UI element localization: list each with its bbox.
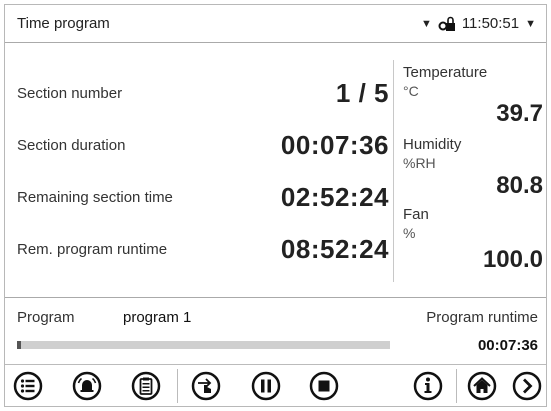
info-icon — [413, 371, 443, 401]
program-runtime-label: Program runtime — [426, 309, 538, 326]
home-icon — [467, 371, 497, 401]
remaining-section-time-label: Remaining section time — [17, 189, 173, 206]
toolbar-divider — [456, 369, 457, 403]
fan-readout: Fan % 100.0 — [403, 206, 543, 276]
horizontal-divider — [5, 297, 546, 298]
section-duration-label: Section duration — [17, 137, 126, 154]
section-number-row: Section number 1 / 5 — [17, 78, 389, 109]
menu-icon — [13, 371, 43, 401]
section-duration-value: 00:07:36 — [280, 130, 389, 160]
humidity-value: 80.8 — [496, 172, 543, 199]
next-button[interactable] — [510, 369, 544, 403]
main-panel: Section number 1 / 5 Section duration 00… — [5, 44, 546, 296]
manual-control-button[interactable] — [189, 369, 223, 403]
stop-icon — [309, 371, 339, 401]
temperature-readout: Temperature °C 39.7 — [403, 64, 543, 130]
section-number-label: Section number — [17, 85, 123, 102]
dropdown-arrow-icon[interactable]: ▼ — [421, 18, 432, 30]
program-label: Program — [17, 309, 75, 326]
fan-label: Fan — [403, 206, 429, 223]
next-icon — [512, 371, 542, 401]
temperature-value: 39.7 — [496, 100, 543, 127]
status-area: ▼ 11:50:51 ▼ — [421, 15, 536, 32]
program-name: program 1 — [123, 309, 192, 326]
bottom-toolbar — [5, 364, 546, 406]
lock-key-icon — [438, 16, 455, 31]
toolbar-divider — [177, 369, 178, 403]
fan-value: 100.0 — [482, 246, 543, 273]
humidity-readout: Humidity %RH 80.8 — [403, 136, 543, 202]
controller-screen: Time program ▼ 11:50:51 ▼ Section number… — [4, 4, 547, 407]
fan-unit: % — [403, 225, 416, 241]
humidity-label: Humidity — [403, 136, 462, 153]
program-runtime-row: Rem. program runtime 08:52:24 — [17, 234, 389, 265]
temperature-label: Temperature — [403, 64, 488, 81]
page-title: Time program — [17, 15, 110, 32]
alarm-icon — [72, 371, 102, 401]
section-duration-row: Section duration 00:07:36 — [17, 130, 389, 161]
remaining-section-time-row: Remaining section time 02:52:24 — [17, 182, 389, 213]
section-number-value: 1 / 5 — [335, 78, 389, 108]
clipboard-icon — [131, 371, 161, 401]
program-runtime-value: 00:07:36 — [477, 337, 538, 354]
stop-button[interactable] — [307, 369, 341, 403]
rem-program-runtime-label: Rem. program runtime — [17, 241, 168, 258]
info-button[interactable] — [411, 369, 445, 403]
program-progress-fill — [17, 341, 21, 349]
program-progress-bar — [17, 341, 390, 349]
home-button[interactable] — [465, 369, 499, 403]
menu-button[interactable] — [11, 369, 45, 403]
clock-time: 11:50:51 — [461, 15, 520, 32]
vertical-divider — [393, 60, 394, 282]
pause-button[interactable] — [249, 369, 283, 403]
rem-program-runtime-value: 08:52:24 — [280, 234, 389, 264]
temperature-unit: °C — [403, 83, 419, 99]
alarm-button[interactable] — [70, 369, 104, 403]
humidity-unit: %RH — [403, 155, 436, 171]
menu-arrow-icon[interactable]: ▼ — [525, 18, 536, 30]
event-list-button[interactable] — [129, 369, 163, 403]
title-bar: Time program ▼ 11:50:51 ▼ — [5, 5, 546, 43]
touch-icon — [191, 371, 221, 401]
remaining-section-time-value: 02:52:24 — [280, 182, 389, 212]
pause-icon — [251, 371, 281, 401]
